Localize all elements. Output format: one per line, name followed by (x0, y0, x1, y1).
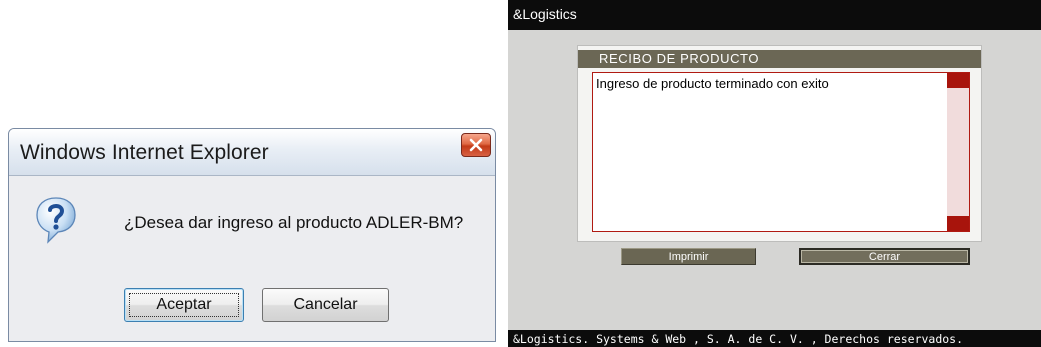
accept-button[interactable]: Aceptar (124, 288, 244, 322)
panel-title: RECIBO DE PRODUCTO (578, 50, 981, 68)
close-icon (469, 138, 483, 152)
dialog-body: ¿Desea dar ingreso al producto ADLER-BM?… (9, 176, 495, 341)
close-button[interactable]: Cerrar (799, 248, 970, 265)
print-button[interactable]: Imprimir (621, 248, 756, 265)
question-mark-icon (36, 197, 76, 244)
footer-copyright: &Logistics. Systems & Web , S. A. de C. … (513, 332, 964, 346)
scroll-up-button[interactable] (947, 73, 969, 88)
app-footer: &Logistics. Systems & Web , S. A. de C. … (508, 330, 1041, 347)
screen: Windows Internet Explorer ¿Desea dar ing… (0, 0, 1041, 347)
logistics-window: &Logistics RECIBO DE PRODUCTO Ingreso de… (508, 0, 1041, 347)
cancel-button-label: Cancelar (293, 296, 358, 313)
print-button-label: Imprimir (668, 250, 709, 263)
receipt-message-box[interactable]: Ingreso de producto terminado con exito (592, 72, 970, 232)
dialog-message: ¿Desea dar ingreso al producto ADLER-BM? (124, 213, 464, 232)
vertical-scrollbar[interactable] (947, 73, 969, 231)
confirm-dialog: Windows Internet Explorer ¿Desea dar ing… (8, 128, 496, 342)
dialog-close-button[interactable] (461, 133, 491, 157)
dialog-title: Windows Internet Explorer (20, 141, 269, 164)
scroll-down-button[interactable] (947, 216, 969, 231)
app-title: &Logistics (513, 6, 577, 22)
receipt-panel: RECIBO DE PRODUCTO Ingreso de producto t… (577, 45, 982, 242)
cancel-button[interactable]: Cancelar (262, 288, 389, 322)
dialog-titlebar[interactable]: Windows Internet Explorer (9, 129, 495, 176)
app-header: &Logistics (508, 0, 1041, 30)
focus-ring (129, 293, 239, 317)
receipt-message: Ingreso de producto terminado con exito (596, 76, 829, 91)
close-button-label: Cerrar (868, 250, 901, 263)
